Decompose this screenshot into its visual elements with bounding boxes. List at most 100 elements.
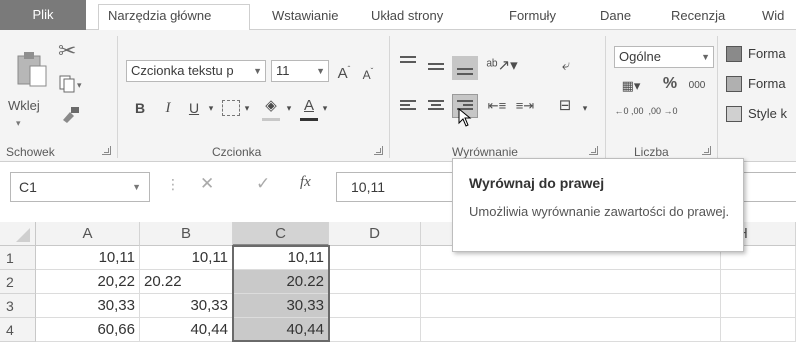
cut-icon[interactable]: ✂ [58,38,76,64]
percent-button[interactable]: % [660,74,680,94]
insert-function-icon[interactable]: fx [300,174,311,191]
paste-label[interactable]: Wklej [8,98,40,113]
enter-icon[interactable]: ✓ [256,174,270,194]
tab-file[interactable]: Plik [0,0,86,30]
increase-decimal-button[interactable]: ←0 ,00 [614,106,644,116]
chevron-down-icon[interactable]: ▾ [320,98,330,118]
tab-data[interactable]: Dane [600,8,631,23]
decrease-decimal-button[interactable]: ,00 →0 [648,106,678,116]
cell-d4[interactable] [329,318,421,342]
chevron-down-icon: ▼ [701,52,710,62]
tab-formulas[interactable]: Formuły [509,8,556,23]
clipboard-launcher-icon[interactable] [102,146,111,155]
cell-c3[interactable]: 30,33 [233,294,329,318]
thousands-separator-button[interactable]: 000 [684,76,710,96]
font-size-combo[interactable]: 11 ▼ [271,60,329,82]
column-header-d[interactable]: D [329,222,421,246]
number-format-value: Ogólne [619,49,661,64]
ribbon-tab-bar: Plik Narzędzia główne Wstawianie Układ s… [0,0,796,31]
cell-h3[interactable] [721,294,796,318]
tab-review[interactable]: Recenzja [671,8,725,23]
font-color-bar [300,118,318,121]
borders-icon[interactable] [222,100,240,116]
cell-d1[interactable] [329,246,421,270]
cell-a4[interactable]: 60,66 [36,318,140,342]
underline-button[interactable]: U [184,98,204,118]
chevron-down-icon[interactable]: ▾ [206,98,216,118]
cell-d3[interactable] [329,294,421,318]
decrease-font-icon[interactable]: Aˇ [358,62,378,85]
orientation-icon[interactable]: ᵃᵇ↗▾ [486,56,518,76]
paste-dropdown-icon[interactable]: ▾ [16,118,21,129]
mouse-cursor-icon [458,107,474,128]
cell-h2[interactable] [721,270,796,294]
column-header-a[interactable]: A [36,222,140,246]
currency-icon[interactable]: ▦▾ [614,76,648,96]
align-center-icon[interactable] [428,100,444,112]
increase-font-icon[interactable]: Aˆ [334,60,354,84]
format-as-table-label[interactable]: Forma [748,76,786,91]
cell-c2[interactable]: 20.22 [233,270,329,294]
align-left-icon[interactable] [400,100,416,112]
italic-button[interactable]: I [158,98,178,118]
formula-bar-separator-icon: ⋮ [166,176,180,192]
cell-styles-label[interactable]: Style k [748,106,787,121]
conditional-format-label[interactable]: Forma [748,46,786,61]
cancel-icon[interactable]: ✕ [200,174,214,194]
cell-b1[interactable]: 10,11 [140,246,233,270]
chevron-down-icon[interactable]: ▾ [580,98,590,118]
tab-page-layout[interactable]: Układ strony [371,8,443,23]
copy-icon[interactable]: ▾ [58,74,84,94]
chevron-down-icon: ▼ [132,182,141,192]
fill-color-icon[interactable]: ◈ [260,96,282,116]
paste-icon[interactable] [14,48,50,92]
group-separator [717,36,718,158]
cell-d2[interactable] [329,270,421,294]
cell-empty[interactable] [421,270,721,294]
cell-c1[interactable]: 10,11 [233,246,329,270]
cell-a3[interactable]: 30,33 [36,294,140,318]
align-top-icon[interactable] [400,56,416,68]
tab-home[interactable]: Narzędzia główne [108,8,211,23]
merge-center-icon[interactable]: ⊟ [554,96,576,116]
cell-c4[interactable]: 40,44 [233,318,329,342]
cell-empty[interactable] [421,318,721,342]
format-painter-icon[interactable] [60,104,82,124]
row-header-1[interactable]: 1 [0,246,36,270]
cell-styles-icon[interactable] [726,106,742,122]
cell-a1[interactable]: 10,11 [36,246,140,270]
cell-b2[interactable]: 20.22 [140,270,233,294]
name-box[interactable]: C1 ▼ [10,172,150,202]
decrease-indent-icon[interactable]: ⇤≡ [486,96,508,116]
group-separator [389,36,390,158]
alignment-launcher-icon[interactable] [589,146,598,155]
select-all-corner[interactable] [0,222,36,246]
number-format-combo[interactable]: Ogólne ▼ [614,46,714,68]
format-as-table-icon[interactable] [726,76,742,92]
row-header-4[interactable]: 4 [0,318,36,342]
cell-empty[interactable] [421,294,721,318]
cell-b4[interactable]: 40,44 [140,318,233,342]
increase-indent-icon[interactable]: ≡⇥ [514,96,536,116]
font-launcher-icon[interactable] [374,146,383,155]
tab-insert[interactable]: Wstawianie [272,8,338,23]
align-middle-icon[interactable] [428,60,444,72]
chevron-down-icon[interactable]: ▾ [242,98,252,118]
group-separator [117,36,118,158]
tab-view[interactable]: Wid [762,8,784,23]
chevron-down-icon[interactable]: ▾ [284,98,294,118]
font-color-icon[interactable]: A [300,96,318,116]
font-name-combo[interactable]: Czcionka tekstu p ▼ [126,60,266,82]
bold-button[interactable]: B [130,98,150,118]
cell-b3[interactable]: 30,33 [140,294,233,318]
number-launcher-icon[interactable] [702,146,711,155]
cell-a2[interactable]: 20,22 [36,270,140,294]
column-header-b[interactable]: B [140,222,233,246]
conditional-format-icon[interactable] [726,46,742,62]
row-header-2[interactable]: 2 [0,270,36,294]
align-bottom-icon[interactable] [457,64,473,76]
wrap-text-icon[interactable]: ⤶ [554,56,578,76]
row-header-3[interactable]: 3 [0,294,36,318]
column-header-c[interactable]: C [233,222,329,246]
cell-h4[interactable] [721,318,796,342]
